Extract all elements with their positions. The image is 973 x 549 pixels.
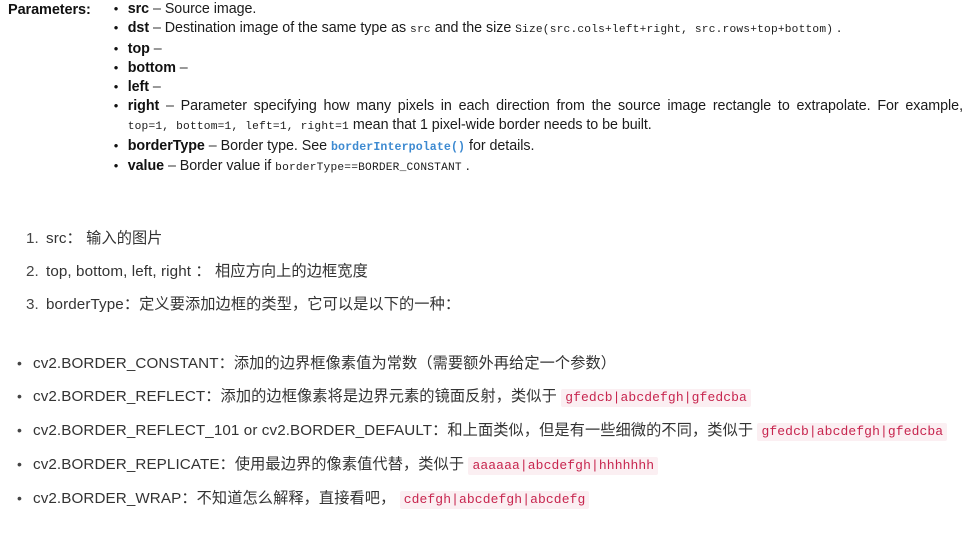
parameters-list: src – Source image. dst – Destination im… xyxy=(91,0,973,178)
param-item-top: top – xyxy=(113,39,963,59)
numbered-note-item: top, bottom, left, right ： 相应方向上的边框宽度 xyxy=(26,261,368,283)
border-type-code: aaaaaa|abcdefgh|hhhhhhh xyxy=(468,457,659,475)
param-dash-value: – xyxy=(164,158,180,174)
param-dash-left: – xyxy=(148,79,161,95)
param-item-bordertype: borderType – Border type. See borderInte… xyxy=(113,136,963,157)
param-desc-bordertype-1: Border type. See xyxy=(220,138,331,154)
border-type-item-reflect: cv2.BORDER_REFLECT：添加的边框像素将是边界元素的镜面反射，类似… xyxy=(12,384,973,410)
param-item-bottom: bottom – xyxy=(113,58,963,78)
border-type-item-replicate: cv2.BORDER_REPLICATE：使用最边界的像素值代替，类似于 aaa… xyxy=(12,452,973,478)
param-name-top: top xyxy=(127,41,150,57)
param-name-value: value xyxy=(127,158,165,174)
parameters-label: Parameters: xyxy=(8,2,91,18)
numbered-notes-list: src： 输入的图片 top, bottom, left, right ： 相应… xyxy=(0,228,973,327)
border-type-text: cv2.BORDER_WRAP：不知道怎么解释，直接看吧， xyxy=(33,490,400,507)
param-dash-src: – xyxy=(149,1,165,17)
param-desc-dst-1: Destination image of the same type as xyxy=(164,20,411,36)
param-name-right: right xyxy=(127,98,160,114)
param-name-bottom: bottom xyxy=(127,60,176,76)
param-dash-right: – xyxy=(159,98,181,114)
border-type-text: cv2.BORDER_CONSTANT：添加的边界框像素值为常数（需要额外再给定… xyxy=(33,355,617,372)
border-type-code: gfedcb|abcdefgh|gfedcba xyxy=(757,423,948,441)
document-page: { "colors": { "page_background": "#fffff… xyxy=(0,0,973,549)
border-type-text: cv2.BORDER_REFLECT：添加的边框像素将是边界元素的镜面反射，类似… xyxy=(33,388,562,405)
param-code-src-ref: src xyxy=(410,24,431,36)
param-code-border-widths: top=1, bottom=1, left=1, right=1 xyxy=(127,121,349,133)
border-type-text: cv2.BORDER_REFLECT_101 or cv2.BORDER_DEF… xyxy=(33,422,758,439)
border-type-item-reflect-101: cv2.BORDER_REFLECT_101 or cv2.BORDER_DEF… xyxy=(12,418,973,444)
param-item-left: left – xyxy=(113,77,963,97)
param-item-dst: dst – Destination image of the same type… xyxy=(113,18,963,40)
param-desc-dst-3: . xyxy=(833,20,842,36)
param-code-bordertype-const: borderType==BORDER_CONSTANT xyxy=(275,162,462,174)
border-type-code: cdefgh|abcdefgh|abcdefg xyxy=(399,491,590,509)
param-desc-value-2: . xyxy=(461,158,470,174)
param-desc-value-1: Border value if xyxy=(179,158,276,174)
param-name-left: left xyxy=(127,79,149,95)
numbered-note-item: src： 输入的图片 xyxy=(26,228,163,250)
param-item-value: value – Border value if borderType==BORD… xyxy=(113,156,963,178)
parameters-section: Parameters: src – Source image. dst – De… xyxy=(0,0,973,178)
param-item-src: src – Source image. xyxy=(113,0,963,19)
border-type-code: gfedcb|abcdefgh|gfedcba xyxy=(561,389,751,407)
border-type-item-wrap: cv2.BORDER_WRAP：不知道怎么解释，直接看吧， cdefgh|abc… xyxy=(12,486,973,512)
param-desc-right-2: mean that 1 pixel-wide border needs to b… xyxy=(352,117,652,133)
param-desc-right-1: Parameter specifying how many pixels in … xyxy=(180,98,963,114)
param-desc-src: Source image. xyxy=(164,1,257,17)
border-interpolate-link[interactable]: borderInterpolate() xyxy=(331,141,465,154)
param-dash-bordertype: – xyxy=(204,138,221,154)
param-name-src: src xyxy=(127,1,150,17)
numbered-note-item: borderType：定义要添加边框的类型，它可以是以下的一种： xyxy=(26,294,461,316)
border-type-text: cv2.BORDER_REPLICATE：使用最边界的像素值代替，类似于 xyxy=(33,456,469,473)
param-dash-dst: – xyxy=(149,20,165,36)
param-desc-bordertype-2: for details. xyxy=(465,138,535,154)
param-name-bordertype: borderType xyxy=(127,138,205,154)
param-dash-bottom: – xyxy=(175,60,188,76)
param-desc-dst-2: and the size xyxy=(430,20,516,36)
param-name-dst: dst xyxy=(127,20,150,36)
param-dash-top: – xyxy=(149,41,162,57)
param-item-right: right – Parameter specifying how many pi… xyxy=(113,96,963,137)
border-type-item-constant: cv2.BORDER_CONSTANT：添加的边界框像素值为常数（需要额外再给定… xyxy=(12,351,973,376)
border-type-bullet-list: cv2.BORDER_CONSTANT：添加的边界框像素值为常数（需要额外再给定… xyxy=(0,351,973,521)
param-code-size-expr: Size(src.cols+left+right, src.rows+top+b… xyxy=(515,24,834,36)
